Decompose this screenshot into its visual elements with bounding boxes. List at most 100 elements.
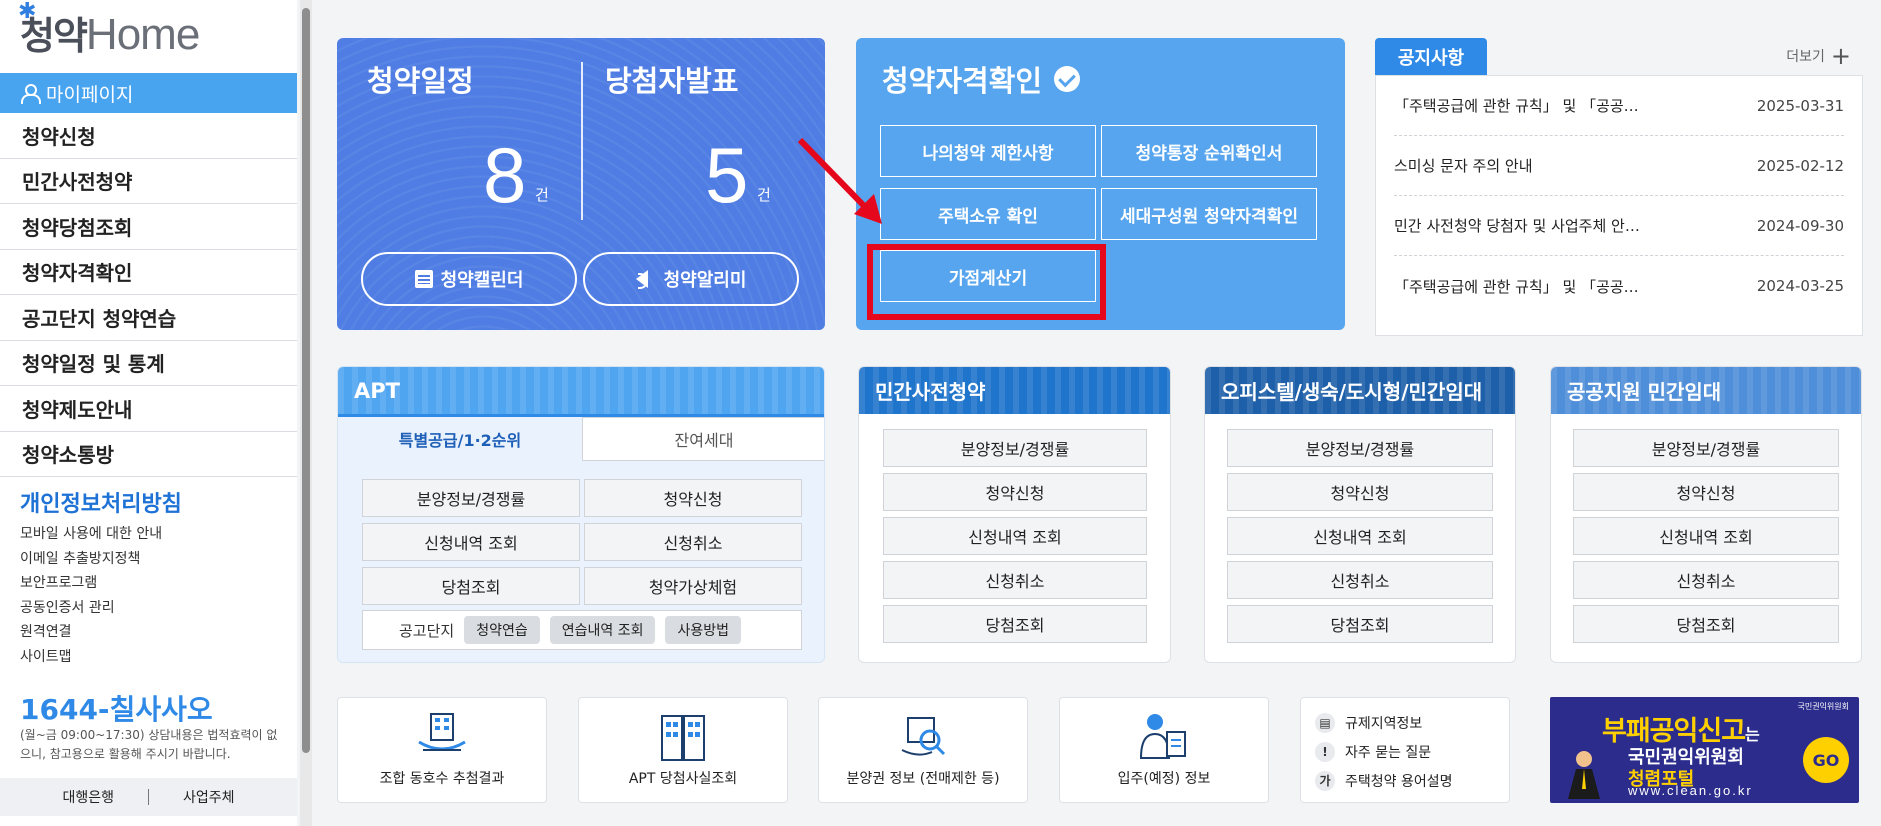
info-link-list: ▤ 규제지역정보 ! 자주 묻는 질문 가 주택청약 용어설명 [1300, 697, 1510, 803]
off-apply-button[interactable]: 청약신청 [1227, 473, 1493, 511]
pub-cancel-button[interactable]: 신청취소 [1573, 561, 1839, 599]
qualification-title: 청약자격확인 [882, 58, 1081, 100]
bottom-links: 대행은행 사업주체 [0, 778, 297, 816]
quick-move-in[interactable]: 입주(예정) 정보 [1059, 697, 1269, 803]
phone-note: (월~금 09:00~17:30) 상담내용은 법적효력이 없으니, 참고용으로… [20, 728, 278, 761]
quick-union-lottery[interactable]: 조합 동호수 추첨결과 [337, 697, 547, 803]
house-ownership-button[interactable]: 주택소유 확인 [880, 188, 1096, 240]
sidebar-sublinks: 모바일 사용에 대한 안내 이메일 추출방지정책 보안프로그램 공동인증서 관리… [20, 522, 162, 669]
document-icon: ▤ [1315, 712, 1335, 733]
phone-number: 1644-칠사사오 [20, 693, 213, 726]
calendar-icon [414, 270, 433, 288]
pub-sale-info-button[interactable]: 분양정보/경쟁률 [1573, 429, 1839, 467]
plus-icon: + [1830, 42, 1851, 70]
sublink-remote[interactable]: 원격연결 [20, 620, 162, 645]
pre-winner-button[interactable]: 당첨조회 [883, 605, 1147, 643]
sidebar-item-qualification[interactable]: 청약자격확인 [0, 250, 297, 295]
notice-panel: 공지사항 더보기 + 「주택공급에 관한 규칙」 및 「공공… 2025-03-31… [1375, 38, 1863, 336]
officetel-title: 오피스텔/생숙/도시형/민간임대 [1205, 367, 1515, 414]
notice-tab[interactable]: 공지사항 [1375, 38, 1487, 75]
person-figure-icon [1568, 751, 1600, 799]
winner-count[interactable]: 5 [705, 130, 748, 221]
site-logo[interactable]: ✱ 청약 Home [18, 0, 200, 60]
apt-sale-info-button[interactable]: 분양정보/경쟁률 [362, 479, 580, 517]
highlight-box [867, 244, 1106, 320]
schedule-panel: 청약일정 당첨자발표 8 건 5 건 청약캘린더 청약알리미 [337, 38, 825, 330]
pre-sale-info-button[interactable]: 분양정보/경쟁률 [883, 429, 1147, 467]
sublink-security[interactable]: 보안프로그램 [20, 571, 162, 596]
sidebar-item-apply[interactable]: 청약신청 [0, 113, 297, 159]
off-sale-info-button[interactable]: 분양정보/경쟁률 [1227, 429, 1493, 467]
schedule-count[interactable]: 8 [483, 130, 526, 221]
check-circle-icon [1054, 66, 1081, 92]
public-rent-card: 공공지원 민간임대 분양정보/경쟁률 청약신청 신청내역 조회 신청취소 당첨조… [1550, 366, 1862, 663]
sublink-certificate[interactable]: 공동인증서 관리 [20, 596, 162, 621]
sidebar-item-winner-check[interactable]: 청약당첨조회 [0, 204, 297, 250]
exclamation-icon: ! [1315, 741, 1335, 762]
pub-apply-button[interactable]: 청약신청 [1573, 473, 1839, 511]
winner-title[interactable]: 당첨자발표 [605, 58, 738, 100]
sidebar-item-practice[interactable]: 공고단지 청약연습 [0, 295, 297, 341]
my-restriction-button[interactable]: 나의청약 제한사항 [880, 125, 1096, 177]
notice-row[interactable]: 「주택공급에 관한 규칙」 및 「공공… 2025-03-31 [1394, 76, 1844, 136]
schedule-title[interactable]: 청약일정 [367, 58, 474, 100]
quick-presale-rights[interactable]: 분양권 정보 (전매제한 등) [818, 697, 1028, 803]
glossary-icon: 가 [1315, 770, 1335, 791]
pre-cancel-button[interactable]: 신청취소 [883, 561, 1147, 599]
privacy-policy-link[interactable]: 개인정보처리방침 [20, 486, 182, 518]
sublink-mobile[interactable]: 모바일 사용에 대한 안내 [20, 522, 162, 547]
notice-row[interactable]: 「주택공급에 관한 규칙」 및 「공공… 2024-03-25 [1394, 256, 1844, 316]
account-rank-button[interactable]: 청약통장 순위확인서 [1101, 125, 1317, 177]
apt-card: APT 특별공급/1·2순위 잔여세대 분양정보/경쟁률 청약신청 신청내역 조… [337, 366, 825, 663]
agency-bank-link[interactable]: 대행은행 [28, 787, 148, 807]
winner-unit: 건 [757, 186, 771, 204]
apt-history-button[interactable]: 신청내역 조회 [362, 523, 580, 561]
private-pre-title: 민간사전청약 [859, 367, 1170, 414]
mypage-link[interactable]: 마이페이지 [0, 73, 297, 113]
notice-list: 「주택공급에 관한 규칙」 및 「공공… 2025-03-31 스미싱 문자 주의… [1375, 75, 1863, 336]
scrollbar-thumb[interactable] [302, 8, 310, 753]
household-qualification-button[interactable]: 세대구성원 청약자격확인 [1101, 188, 1317, 240]
sidebar-item-private-pre[interactable]: 민간사전청약 [0, 159, 297, 204]
sublink-email-policy[interactable]: 이메일 추출방지정책 [20, 547, 162, 572]
off-winner-button[interactable]: 당첨조회 [1227, 605, 1493, 643]
pre-apply-button[interactable]: 청약신청 [883, 473, 1147, 511]
public-rent-title: 공공지원 민간임대 [1551, 367, 1861, 414]
how-to-use-chip[interactable]: 사용방법 [665, 616, 741, 644]
off-cancel-button[interactable]: 신청취소 [1227, 561, 1493, 599]
sidebar-item-schedule-stats[interactable]: 청약일정 및 통계 [0, 341, 297, 386]
tab-remaining-units[interactable]: 잔여세대 [582, 417, 824, 461]
faq-link[interactable]: ! 자주 묻는 질문 [1315, 737, 1495, 766]
practice-history-chip[interactable]: 연습내역 조회 [549, 616, 656, 644]
sidebar-item-communication[interactable]: 청약소통방 [0, 432, 297, 477]
apt-winner-button[interactable]: 당첨조회 [362, 567, 580, 605]
pub-winner-button[interactable]: 당첨조회 [1573, 605, 1839, 643]
pre-history-button[interactable]: 신청내역 조회 [883, 517, 1147, 555]
notice-row[interactable]: 민간 사전청약 당첨자 및 사업주체 안… 2024-09-30 [1394, 196, 1844, 256]
pub-history-button[interactable]: 신청내역 조회 [1573, 517, 1839, 555]
more-link[interactable]: 더보기 + [1786, 42, 1851, 70]
quick-apt-winner[interactable]: APT 당첨사실조회 [578, 697, 788, 803]
practice-chip[interactable]: 청약연습 [464, 616, 540, 644]
alarm-button[interactable]: 청약알리미 [583, 252, 799, 306]
apt-virtual-button[interactable]: 청약가상체험 [584, 567, 802, 605]
glossary-link[interactable]: 가 주택청약 용어설명 [1315, 766, 1495, 795]
sublink-sitemap[interactable]: 사이트맵 [20, 645, 162, 670]
notice-row[interactable]: 스미싱 문자 주의 안내 2025-02-12 [1394, 136, 1844, 196]
apt-apply-button[interactable]: 청약신청 [584, 479, 802, 517]
building-hand-icon [418, 713, 466, 751]
sidebar-scrollbar[interactable] [300, 0, 312, 826]
off-history-button[interactable]: 신청내역 조회 [1227, 517, 1493, 555]
house-search-icon [901, 717, 946, 756]
public-complex-row: 공고단지 청약연습 연습내역 조회 사용방법 [362, 610, 802, 650]
go-button[interactable]: GO [1803, 737, 1849, 783]
business-entity-link[interactable]: 사업주체 [149, 787, 269, 807]
regulated-area-link[interactable]: ▤ 규제지역정보 [1315, 708, 1495, 737]
calendar-button[interactable]: 청약캘린더 [361, 252, 577, 306]
apt-cancel-button[interactable]: 신청취소 [584, 523, 802, 561]
sidebar-item-system-guide[interactable]: 청약제도안내 [0, 386, 297, 432]
star-icon: ✱ [18, 0, 36, 24]
anti-corruption-banner[interactable]: 국민권익위원회 부패공익신고는 국민권익위원회 청렴포털 www.clean.g… [1550, 697, 1859, 803]
sidebar-nav: 청약신청 민간사전청약 청약당첨조회 청약자격확인 공고단지 청약연습 청약일정… [0, 113, 297, 477]
tab-special-supply[interactable]: 특별공급/1·2순위 [338, 417, 582, 461]
